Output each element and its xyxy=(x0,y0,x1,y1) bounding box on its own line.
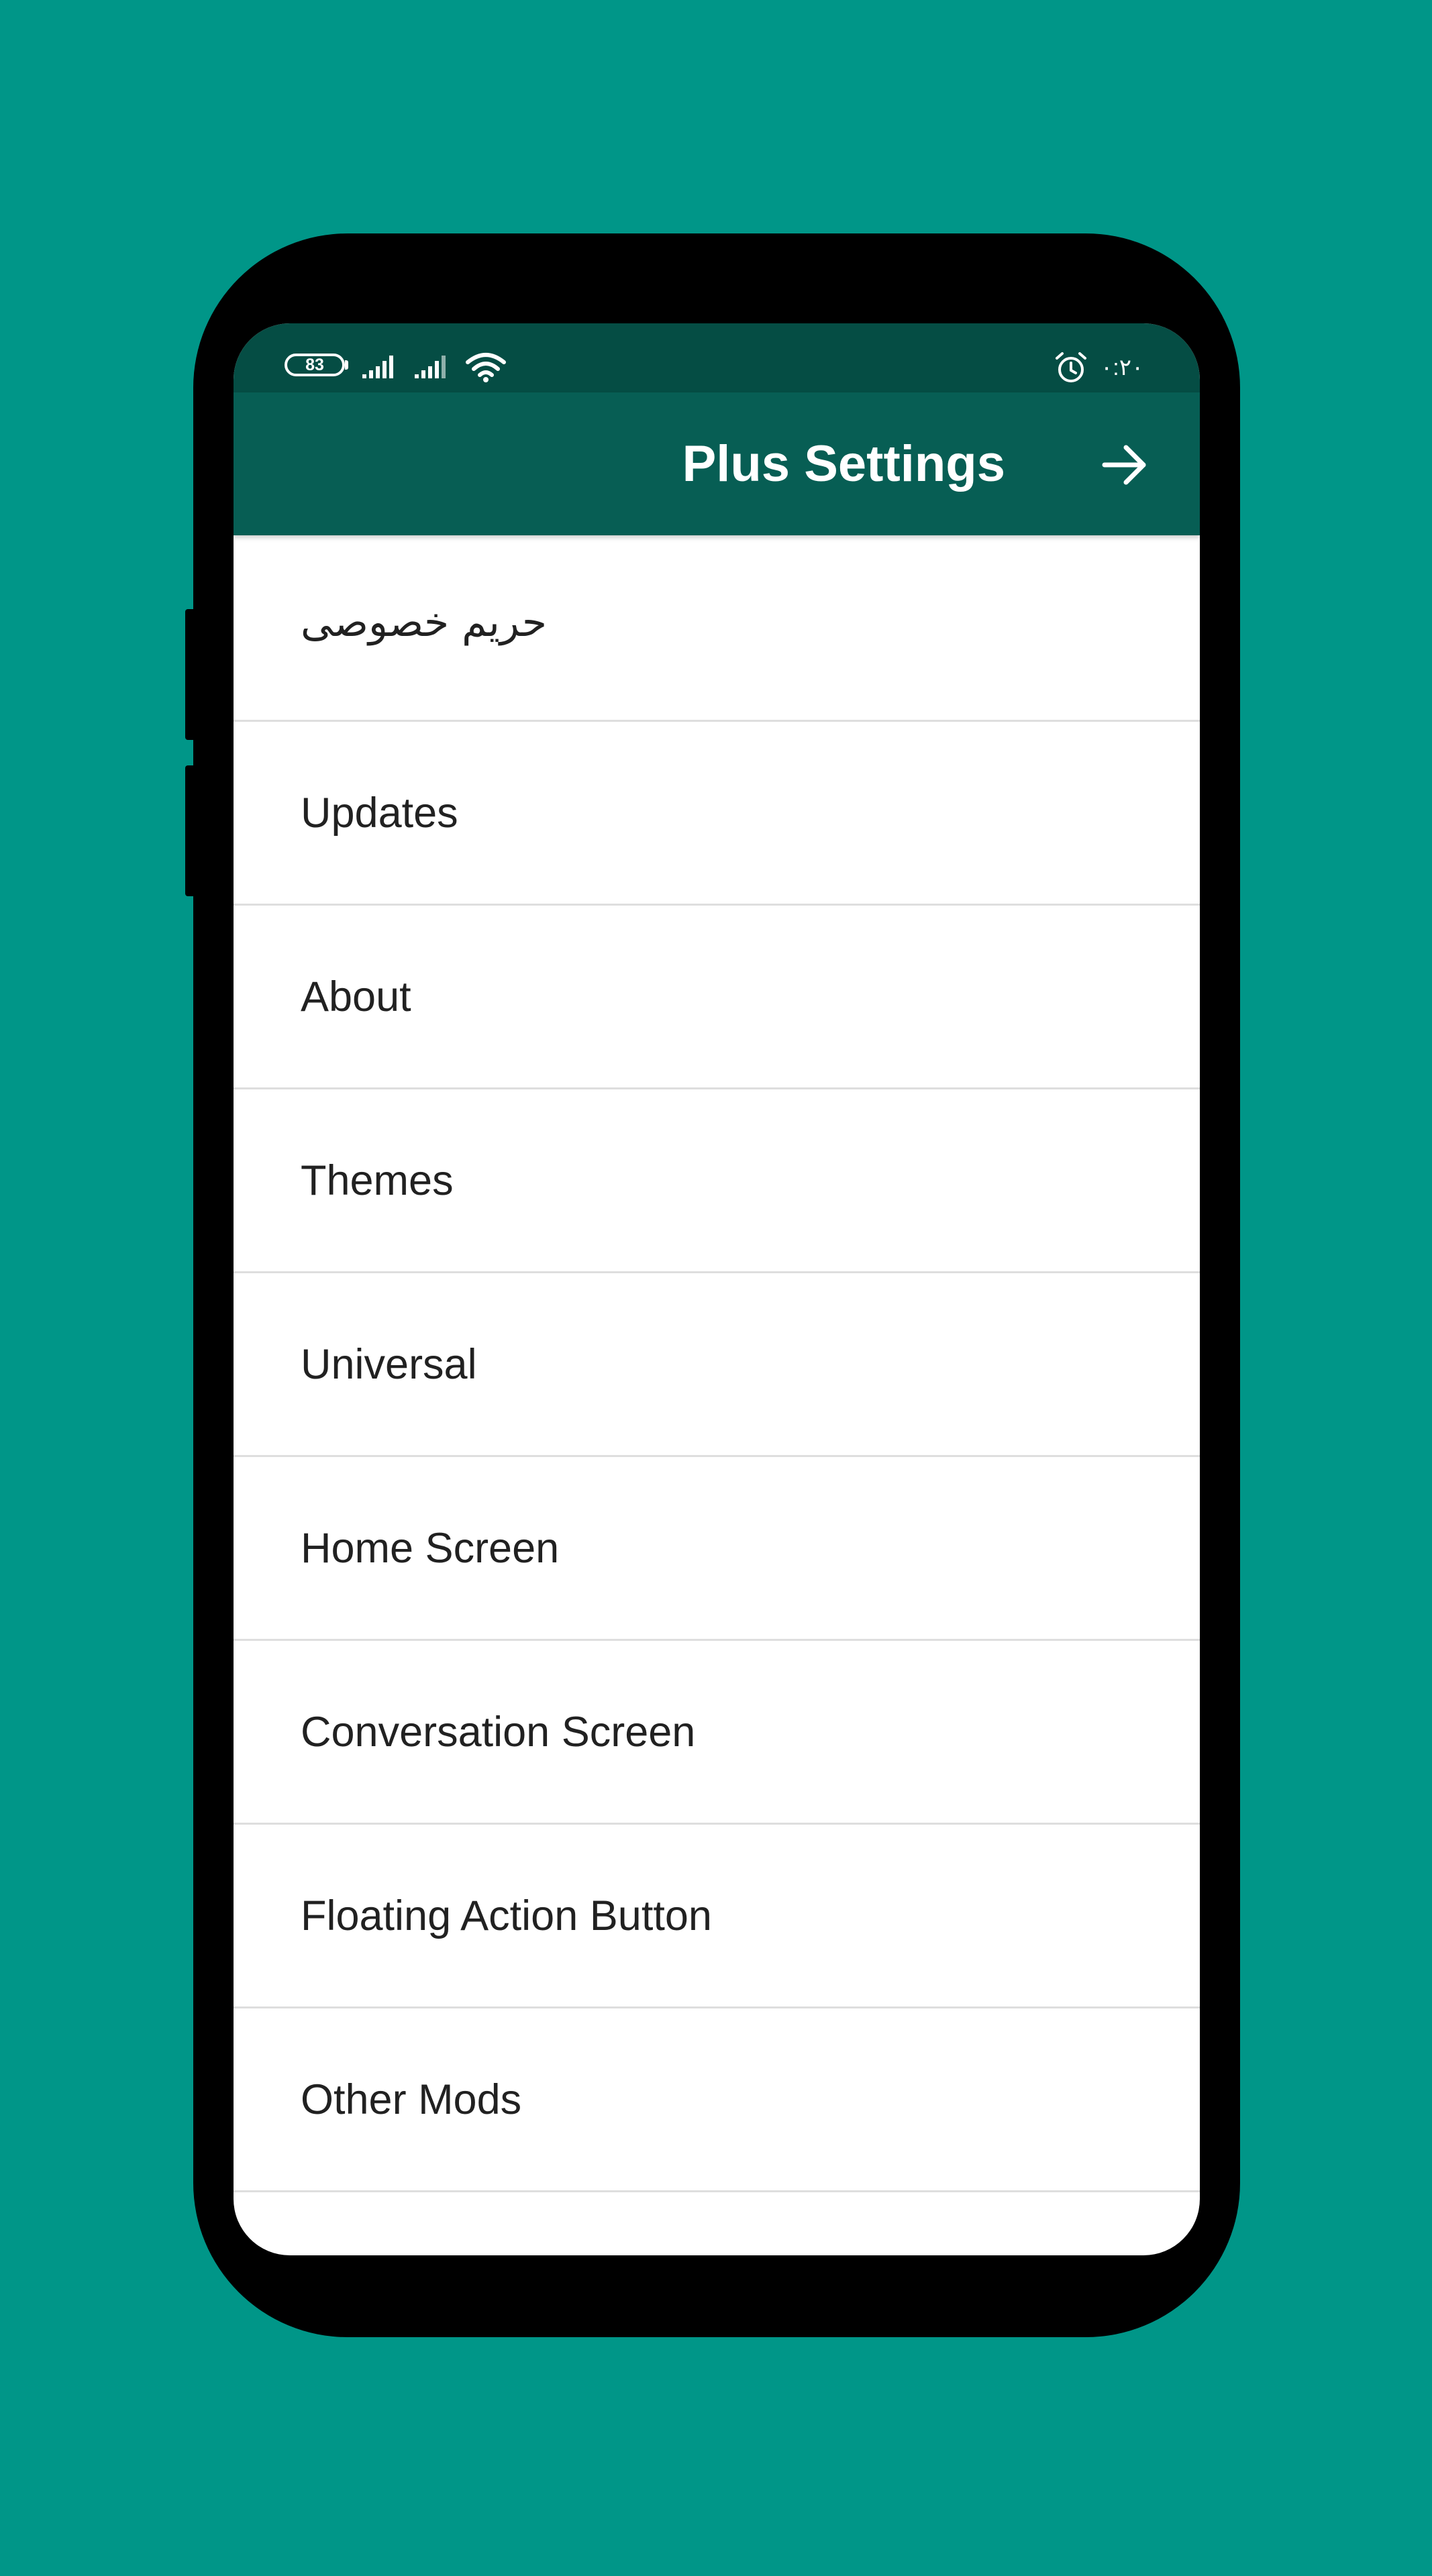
settings-item-conversation-screen[interactable]: Conversation Screen xyxy=(234,1641,1200,1825)
settings-item-floating-action-button[interactable]: Floating Action Button xyxy=(234,1825,1200,2008)
settings-item-updates[interactable]: Updates xyxy=(234,722,1200,906)
settings-item-label: Floating Action Button xyxy=(301,1892,712,1939)
battery-tip xyxy=(345,360,348,370)
phone-frame: 83 ۰:۲۰ Plus Settings حریم خصوصی Updates… xyxy=(185,233,1240,2337)
app-bar: Plus Settings xyxy=(234,392,1200,535)
settings-item-universal[interactable]: Universal xyxy=(234,1273,1200,1457)
settings-item-label: Conversation Screen xyxy=(301,1708,696,1756)
settings-item-privacy[interactable]: حریم خصوصی xyxy=(234,535,1200,722)
settings-list: حریم خصوصی Updates About Themes Universa… xyxy=(234,535,1200,2192)
settings-item-other-mods[interactable]: Other Mods xyxy=(234,2008,1200,2192)
settings-item-label: Home Screen xyxy=(301,1524,560,1572)
battery-level: 83 xyxy=(305,356,324,374)
settings-item-themes[interactable]: Themes xyxy=(234,1089,1200,1273)
settings-item-about[interactable]: About xyxy=(234,906,1200,1089)
settings-item-label: Themes xyxy=(301,1157,454,1204)
signal-icon xyxy=(415,356,446,378)
alarm-icon xyxy=(1056,352,1086,382)
settings-item-label: About xyxy=(301,973,411,1020)
page-title: Plus Settings xyxy=(682,435,1005,492)
signal-icon xyxy=(362,356,393,378)
battery-icon: 83 xyxy=(285,354,345,376)
settings-item-label: Updates xyxy=(301,789,458,837)
wifi-icon xyxy=(466,353,506,382)
settings-item-home-screen[interactable]: Home Screen xyxy=(234,1457,1200,1641)
volume-down-button xyxy=(185,765,195,896)
settings-item-label: حریم خصوصی xyxy=(301,599,547,646)
phone-screen: 83 ۰:۲۰ Plus Settings حریم خصوصی Updates… xyxy=(234,323,1200,2255)
settings-item-label: Universal xyxy=(301,1340,477,1388)
status-clock: ۰:۲۰ xyxy=(1101,355,1144,380)
volume-up-button xyxy=(185,609,195,740)
settings-item-label: Other Mods xyxy=(301,2076,522,2123)
status-bar: 83 ۰:۲۰ xyxy=(234,323,1200,392)
arrow-right-icon[interactable] xyxy=(1099,439,1150,490)
